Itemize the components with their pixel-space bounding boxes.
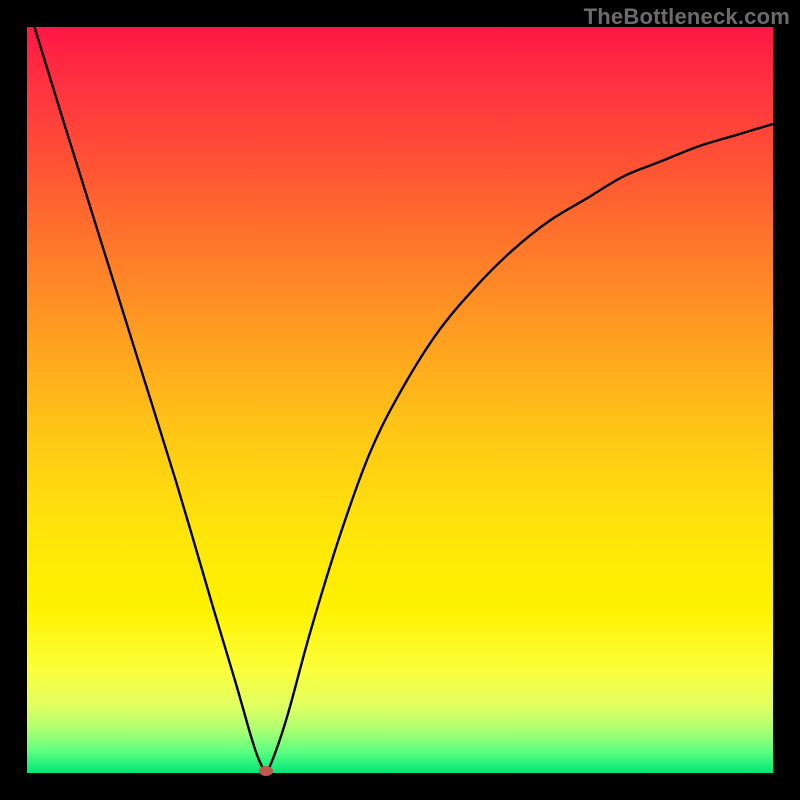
plot-area (27, 27, 773, 773)
chart-frame: TheBottleneck.com (0, 0, 800, 800)
watermark-text: TheBottleneck.com (584, 4, 790, 30)
curve-layer (27, 27, 773, 773)
bottleneck-curve (34, 27, 773, 771)
minimum-marker (259, 766, 273, 776)
